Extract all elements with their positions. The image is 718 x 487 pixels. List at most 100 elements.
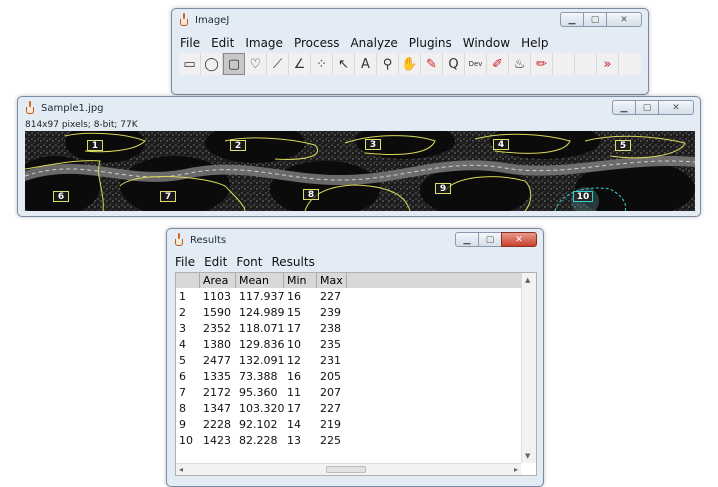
java-icon	[24, 101, 36, 115]
table-cell: 6	[179, 370, 186, 383]
menu-window[interactable]: Window	[463, 36, 510, 50]
pencil-tool-icon[interactable]: ✏	[531, 53, 553, 75]
table-cell: 1103	[203, 290, 231, 303]
table-row[interactable]: 5 2477 132.091 12 231	[176, 353, 347, 369]
minimize-button[interactable]: ▁	[560, 12, 584, 27]
column-header[interactable]: Area	[200, 273, 236, 288]
brush-tool-icon[interactable]: ✐	[487, 53, 509, 75]
rounded-rect-tool-icon[interactable]: ▢	[223, 53, 245, 75]
menu-help[interactable]: Help	[521, 36, 548, 50]
vertical-scrollbar[interactable]: ▲ ▼	[521, 273, 536, 463]
results-table: Area Mean Min Max 1 1103 117.937 16 227 2 1590 124…	[175, 272, 537, 476]
table-cell: 17	[287, 322, 301, 335]
region-label-5: 5	[615, 140, 631, 151]
table-row[interactable]: 7 2172 95.360 11 207	[176, 385, 347, 401]
image-canvas[interactable]: 1 2 3 4 5 6 7 8 9 10	[25, 131, 695, 211]
table-cell: 1335	[203, 370, 231, 383]
menu-edit[interactable]: Edit	[211, 36, 234, 50]
table-cell: 227	[320, 290, 341, 303]
table-cell: 2	[179, 306, 186, 319]
region-label-7: 7	[160, 191, 176, 202]
scroll-down-icon[interactable]: ▼	[525, 452, 530, 460]
scroll-left-icon[interactable]: ◂	[179, 465, 183, 474]
close-button[interactable]: ✕	[501, 232, 537, 247]
column-header[interactable]	[176, 273, 200, 288]
table-cell: 7	[179, 386, 186, 399]
freehand-tool-icon[interactable]: ♡	[245, 53, 267, 75]
table-cell: 10	[287, 338, 301, 351]
results-menu-results[interactable]: Results	[271, 255, 314, 269]
table-row[interactable]: 4 1380 129.836 10 235	[176, 337, 347, 353]
table-row[interactable]: 8 1347 103.320 17 227	[176, 401, 347, 417]
table-cell: 4	[179, 338, 186, 351]
table-row[interactable]: 3 2352 118.071 17 238	[176, 321, 347, 337]
zoom-tool-icon[interactable]: Q	[443, 53, 465, 75]
table-cell: 227	[320, 402, 341, 415]
imagej-title: ImageJ	[195, 14, 230, 26]
menu-analyze[interactable]: Analyze	[350, 36, 397, 50]
close-button[interactable]: ✕	[658, 100, 694, 115]
scroll-right-icon[interactable]: ▸	[514, 465, 518, 474]
menu-plugins[interactable]: Plugins	[409, 36, 452, 50]
scroll-thumb[interactable]	[326, 466, 366, 473]
image-overlay	[25, 131, 695, 211]
table-cell: 1423	[203, 434, 231, 447]
results-title-bar[interactable]: Results ▁ ▢ ✕	[167, 229, 543, 251]
results-menu-file[interactable]: File	[175, 255, 195, 269]
table-cell: 73.388	[239, 370, 278, 383]
maximize-button[interactable]: ▢	[478, 232, 502, 247]
multipoint-tool-icon[interactable]: ⁘	[311, 53, 333, 75]
minimize-button[interactable]: ▁	[612, 100, 636, 115]
results-menu-edit[interactable]: Edit	[204, 255, 227, 269]
magnifier-tool-icon[interactable]: ⚲	[377, 53, 399, 75]
column-header[interactable]: Max	[317, 273, 347, 288]
table-cell: 92.102	[239, 418, 278, 431]
table-cell: 231	[320, 354, 341, 367]
column-header[interactable]: Mean	[236, 273, 284, 288]
region-label-9: 9	[435, 183, 451, 194]
table-cell: 238	[320, 322, 341, 335]
results-menu-font[interactable]: Font	[236, 255, 262, 269]
more-tools-icon[interactable]: »	[597, 53, 619, 75]
table-row[interactable]: 9 2228 92.102 14 219	[176, 417, 347, 433]
imagej-title-bar[interactable]: ImageJ ▁ ▢ ✕	[172, 9, 648, 31]
table-cell: 1	[179, 290, 186, 303]
maximize-button[interactable]: ▢	[635, 100, 659, 115]
imagej-toolbar: ▭ ◯ ▢ ♡ ⟋ ∠ ⁘ ↖ A ⚲ ✋ ✎ Q Dev ✐ ♨ ✏ »	[179, 53, 641, 75]
rectangle-tool-icon[interactable]: ▭	[179, 53, 201, 75]
blank-tool-1-icon[interactable]	[553, 53, 575, 75]
maximize-button[interactable]: ▢	[583, 12, 607, 27]
close-button[interactable]: ✕	[606, 12, 642, 27]
sample-title-bar[interactable]: Sample1.jpg ▁ ▢ ✕	[18, 97, 700, 119]
menu-process[interactable]: Process	[294, 36, 340, 50]
oval-tool-icon[interactable]: ◯	[201, 53, 223, 75]
menu-image[interactable]: Image	[245, 36, 283, 50]
text-tool-icon[interactable]: A	[355, 53, 377, 75]
flood-fill-tool-icon[interactable]: ♨	[509, 53, 531, 75]
horizontal-scrollbar[interactable]: ◂ ▸	[176, 463, 521, 475]
region-label-6: 6	[53, 191, 69, 202]
imagej-window: ImageJ ▁ ▢ ✕ File Edit Image Process Analyze…	[171, 8, 649, 95]
wand-tool-icon[interactable]: ↖	[333, 53, 355, 75]
table-row[interactable]: 2 1590 124.989 15 239	[176, 305, 347, 321]
region-label-1: 1	[87, 140, 103, 151]
region-label-2: 2	[230, 140, 246, 151]
results-window: Results ▁ ▢ ✕ File Edit Font Results Area Me…	[166, 228, 544, 487]
angle-tool-icon[interactable]: ∠	[289, 53, 311, 75]
minimize-button[interactable]: ▁	[455, 232, 479, 247]
table-row[interactable]: 10 1423 82.228 13 225	[176, 433, 347, 449]
table-header: Area Mean Min Max	[176, 273, 521, 288]
scroll-up-icon[interactable]: ▲	[525, 276, 530, 284]
hand-tool-icon[interactable]: ✋	[399, 53, 421, 75]
table-cell: 13	[287, 434, 301, 447]
column-header[interactable]: Min	[284, 273, 317, 288]
menu-file[interactable]: File	[180, 36, 200, 50]
table-row[interactable]: 6 1335 73.388 16 205	[176, 369, 347, 385]
table-row[interactable]: 1 1103 117.937 16 227	[176, 289, 347, 305]
java-icon	[178, 13, 190, 27]
blank-tool-2-icon[interactable]	[575, 53, 597, 75]
dev-tool-icon[interactable]: Dev	[465, 53, 487, 75]
region-label-8: 8	[303, 189, 319, 200]
line-tool-icon[interactable]: ⟋	[267, 53, 289, 75]
color-picker-tool-icon[interactable]: ✎	[421, 53, 443, 75]
